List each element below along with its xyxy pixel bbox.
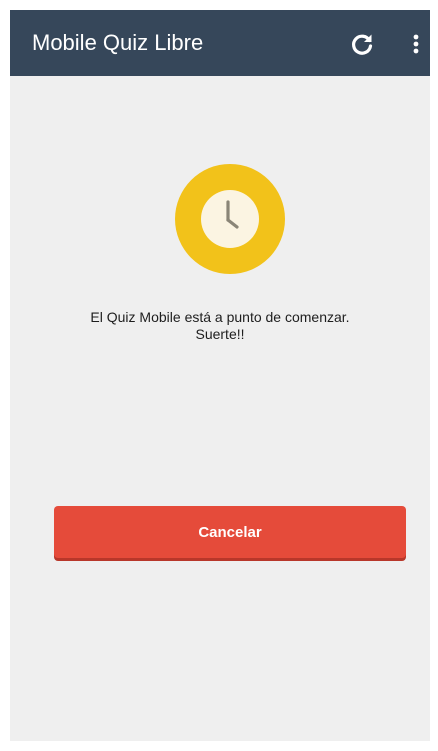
clock-icon (175, 164, 285, 274)
message-line-2: Suerte!! (195, 326, 245, 342)
clock-badge (175, 164, 285, 274)
app-screen: Mobile Quiz Libre El Quiz Mobile está a … (10, 10, 430, 741)
refresh-button[interactable] (346, 28, 378, 60)
cancel-button[interactable]: Cancelar (54, 506, 406, 558)
overflow-menu-button[interactable] (406, 28, 426, 60)
app-bar: Mobile Quiz Libre (10, 10, 430, 76)
refresh-icon (352, 34, 373, 55)
app-title: Mobile Quiz Libre (32, 30, 204, 55)
message-line-1: El Quiz Mobile está a punto de comenzar. (90, 309, 350, 325)
more-vert-icon (413, 34, 419, 54)
status-message: El Quiz Mobile está a punto de comenzar.… (10, 309, 430, 343)
